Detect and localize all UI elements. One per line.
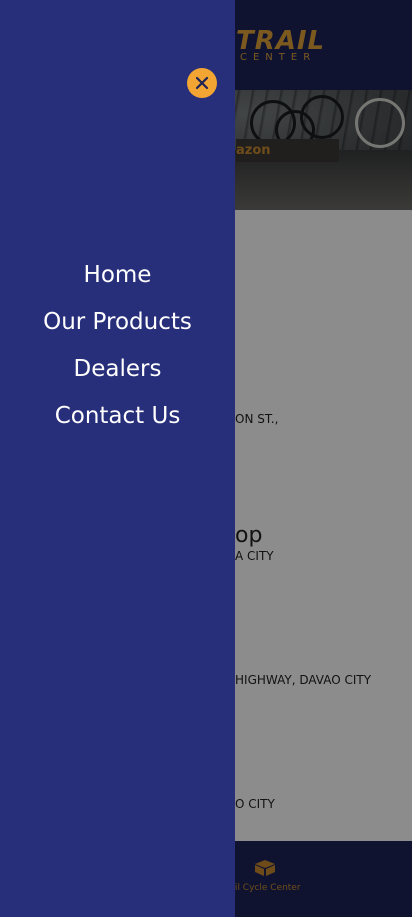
menu-item-contact-us[interactable]: Contact Us [0,393,235,440]
nav-drawer: Home Our Products Dealers Contact Us [0,0,235,917]
drawer-menu: Home Our Products Dealers Contact Us [0,252,235,440]
menu-item-home[interactable]: Home [0,252,235,299]
menu-item-dealers[interactable]: Dealers [0,346,235,393]
menu-item-our-products[interactable]: Our Products [0,299,235,346]
close-button[interactable] [187,68,217,98]
close-icon [195,76,209,90]
